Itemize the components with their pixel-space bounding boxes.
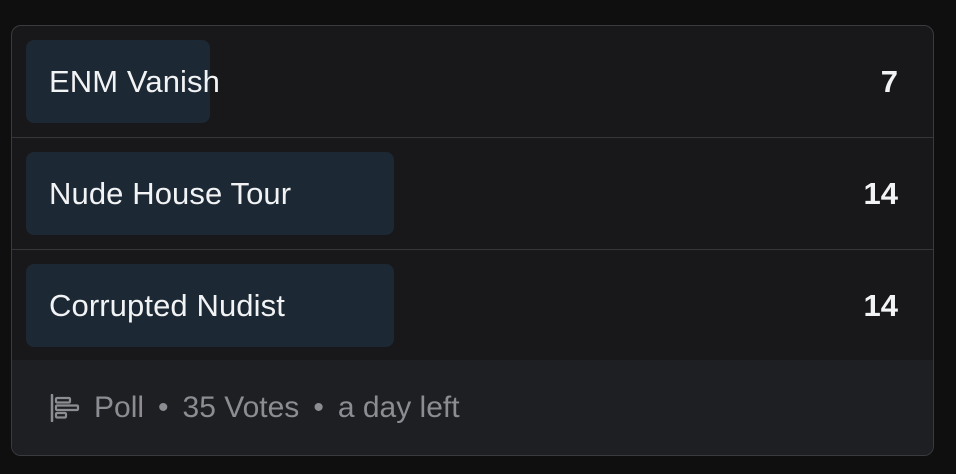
poll-chart-icon bbox=[50, 393, 81, 422]
poll-vote-total: 35 Votes bbox=[182, 390, 300, 424]
poll-option-vote-count: 14 bbox=[863, 175, 898, 211]
poll-footer: Poll • 35 Votes • a day left bbox=[12, 360, 933, 455]
poll-option[interactable]: ENM Vanish 7 bbox=[12, 26, 933, 138]
poll-time-left: a day left bbox=[337, 390, 460, 424]
poll-option-label: ENM Vanish bbox=[49, 63, 220, 99]
separator-dot: • bbox=[158, 390, 169, 424]
poll-option-vote-count: 7 bbox=[880, 63, 898, 99]
poll-option-vote-count: 14 bbox=[863, 287, 898, 323]
poll-option[interactable]: Nude House Tour 14 bbox=[12, 138, 933, 250]
poll-option-label: Nude House Tour bbox=[49, 175, 292, 211]
separator-dot: • bbox=[313, 390, 324, 424]
poll-card: ENM Vanish 7 Nude House Tour 14 Corrupte… bbox=[11, 25, 934, 456]
poll-option[interactable]: Corrupted Nudist 14 bbox=[12, 250, 933, 362]
poll-type-label: Poll bbox=[94, 390, 145, 424]
poll-option-label: Corrupted Nudist bbox=[49, 287, 285, 323]
